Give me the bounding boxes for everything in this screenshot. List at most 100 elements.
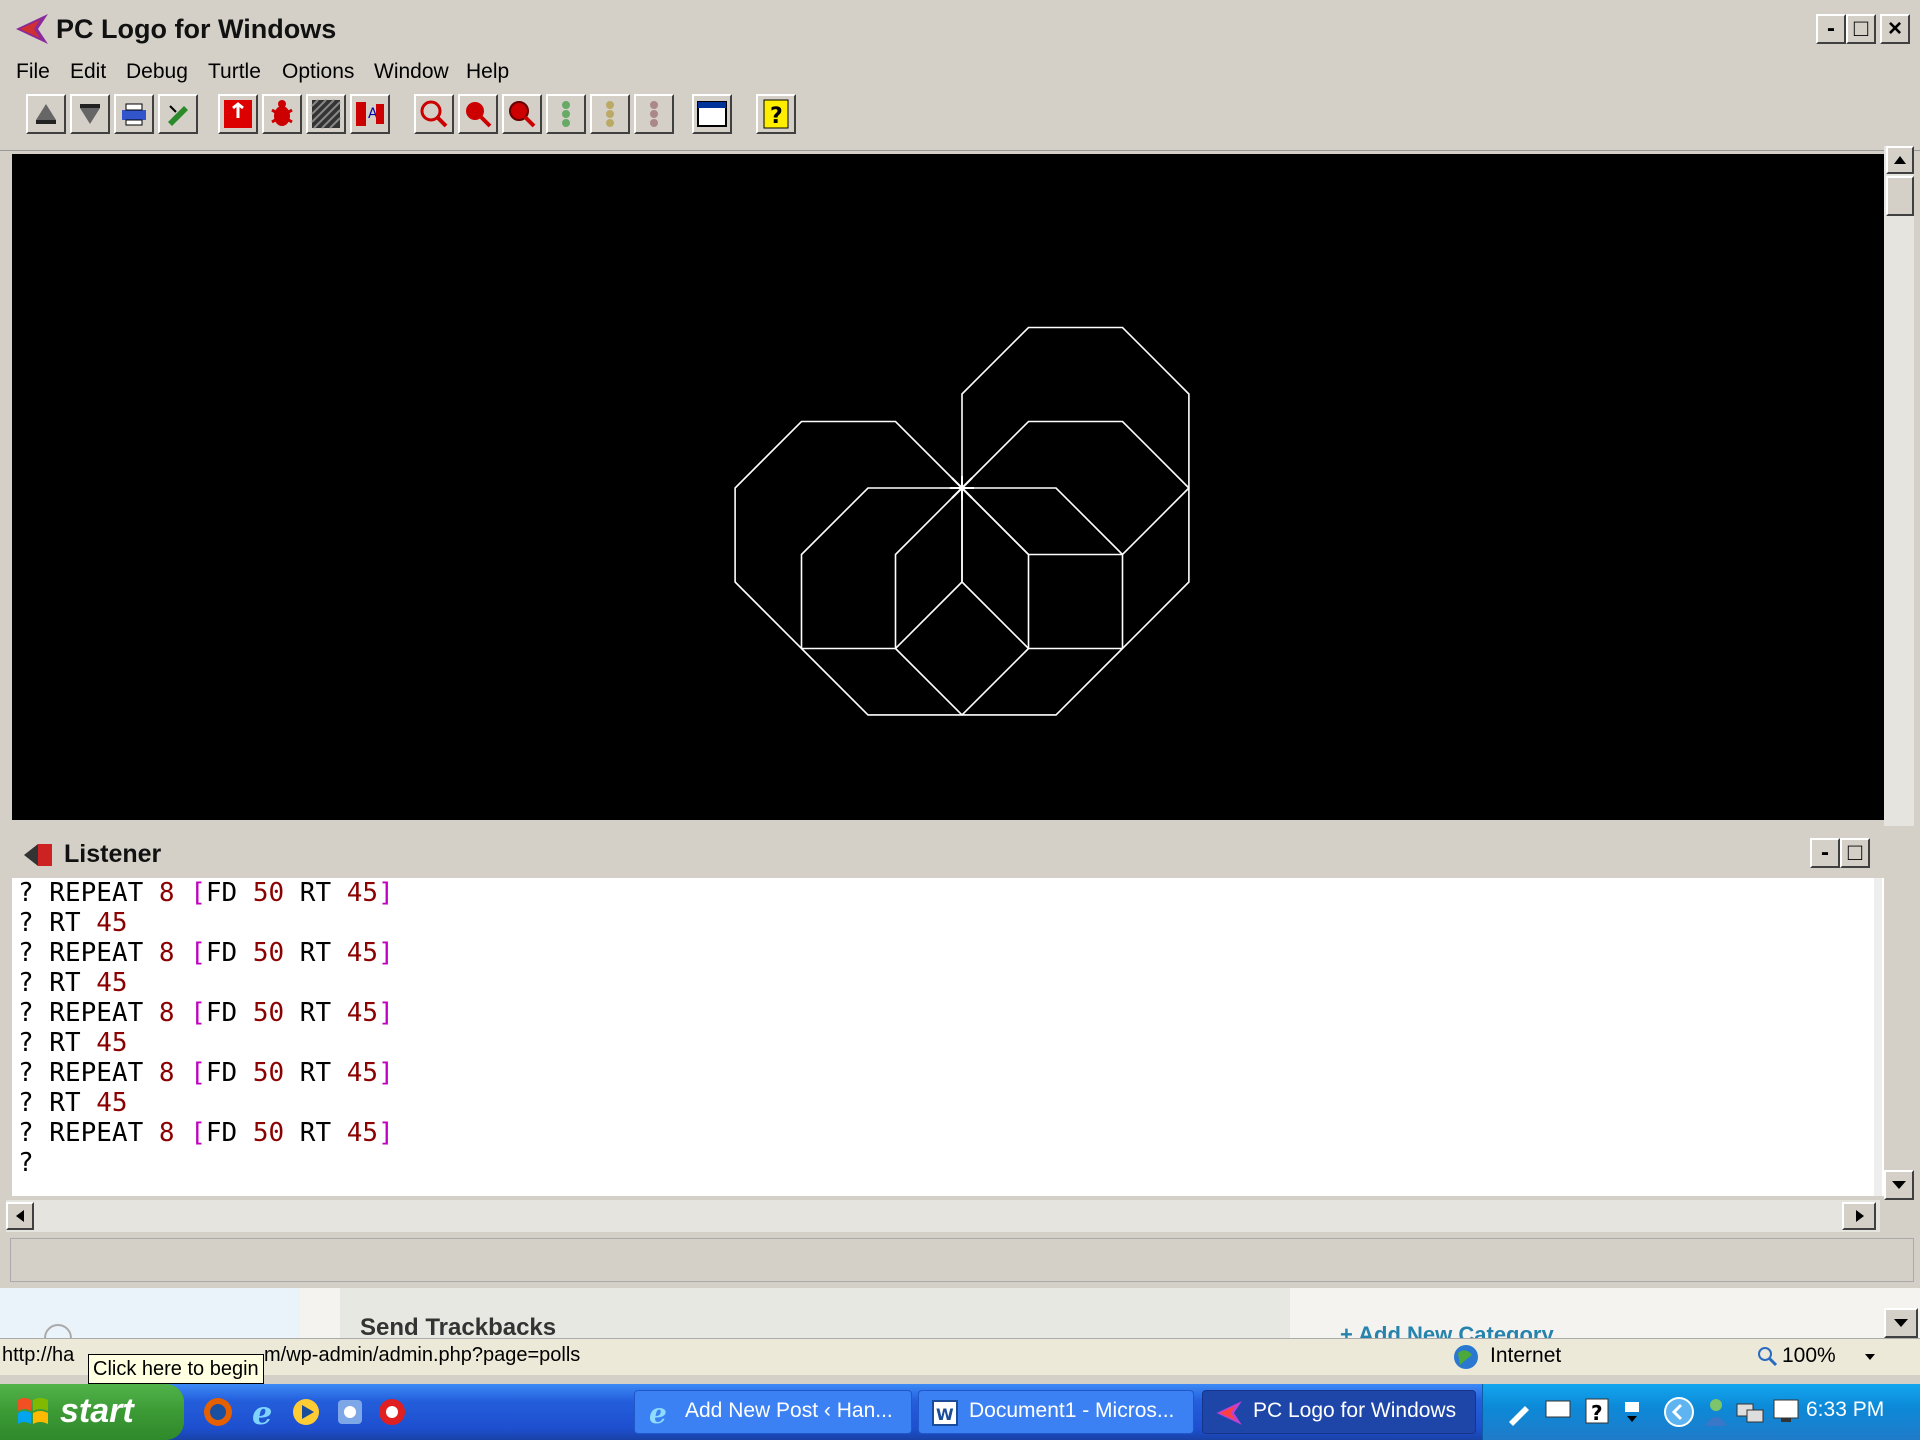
start-label: start <box>60 1392 134 1430</box>
task-add-new-post[interactable]: e Add New Post ‹ Han... <box>634 1390 912 1434</box>
media-player-icon[interactable] <box>288 1394 324 1430</box>
traffic-light-icon[interactable] <box>634 94 674 134</box>
traffic-light-icon[interactable] <box>590 94 630 134</box>
turtle-icon[interactable] <box>262 94 302 134</box>
svg-text:W: W <box>936 1405 954 1424</box>
octagon-path <box>961 326 1190 556</box>
octagon-path <box>800 487 1030 716</box>
listener-line: ? REPEAT 8 [FD 50 RT 45] <box>18 938 394 968</box>
window-icon[interactable] <box>692 94 732 134</box>
title-bar: PC Logo for Windows - □ × <box>0 0 1920 58</box>
scroll-up-button[interactable] <box>1886 146 1914 174</box>
menu-help[interactable]: Help <box>466 60 509 84</box>
quicklaunch-red-icon[interactable] <box>374 1394 410 1430</box>
listener-line: ? REPEAT 8 [FD 50 RT 45] <box>18 878 394 908</box>
turtle-canvas[interactable] <box>12 154 1884 820</box>
task-label: PC Logo for Windows <box>1253 1399 1457 1422</box>
task-label: Add New Post ‹ Han... <box>685 1399 893 1422</box>
listener-minimize-button[interactable]: - <box>1810 838 1840 868</box>
task-document1[interactable]: W Document1 - Micros... <box>918 1390 1194 1434</box>
menu-options[interactable]: Options <box>282 60 354 84</box>
task-pc-logo[interactable]: PC Logo for Windows <box>1202 1390 1476 1434</box>
listener-scroll-down-button[interactable] <box>1884 1170 1914 1200</box>
listener-maximize-button[interactable]: □ <box>1840 838 1870 868</box>
zoom-normal-icon[interactable] <box>502 94 542 134</box>
zoom-icon <box>1758 1347 1778 1367</box>
menu-bar: File Edit Debug Turtle Options Window He… <box>0 58 1920 90</box>
display-icon[interactable] <box>1771 1396 1801 1426</box>
task-label: Document1 - Micros... <box>969 1399 1175 1422</box>
start-button[interactable]: start <box>0 1384 184 1440</box>
text-format-icon[interactable]: A <box>350 94 390 134</box>
stop-icon[interactable] <box>218 94 258 134</box>
browser-sidebar <box>0 1288 300 1352</box>
scroll-right-button[interactable] <box>1842 1202 1876 1230</box>
zoom-in-icon[interactable] <box>414 94 454 134</box>
traffic-light-icon[interactable] <box>546 94 586 134</box>
menu-window[interactable]: Window <box>374 60 449 84</box>
status-url-start: http://ha <box>2 1344 75 1366</box>
browser-status-bar: http://ha m/wp-admin/admin.php?page=poll… <box>0 1338 1920 1375</box>
security-zone: Internet <box>1490 1344 1562 1367</box>
browser-scroll-down-button[interactable] <box>1884 1308 1918 1338</box>
listener-line: ? RT 45 <box>18 1028 128 1058</box>
menu-turtle[interactable]: Turtle <box>208 60 261 84</box>
open-file-icon[interactable] <box>26 94 66 134</box>
listener-title-bar: Listener - □ <box>12 830 1884 878</box>
internet-explorer-icon[interactable]: e <box>246 1394 282 1430</box>
canvas-vertical-scrollbar[interactable] <box>1884 146 1914 826</box>
pen-icon[interactable] <box>1505 1398 1533 1426</box>
maximize-button[interactable]: □ <box>1846 14 1876 44</box>
zoom-level[interactable]: 100% <box>1782 1344 1836 1368</box>
firefox-icon[interactable] <box>200 1394 236 1430</box>
browser-page-fragment: Send Trackbacks + Add New Category <box>0 1288 1920 1352</box>
horizontal-scrollbar[interactable] <box>6 1200 1880 1232</box>
window-title: PC Logo for Windows <box>56 14 337 44</box>
pc-logo-app-icon <box>16 14 48 44</box>
listener-line: ? REPEAT 8 [FD 50 RT 45] <box>18 1058 394 1088</box>
listener-line: ? REPEAT 8 [FD 50 RT 45] <box>18 1118 394 1148</box>
scroll-thumb[interactable] <box>1886 176 1914 216</box>
internet-explorer-icon: e <box>649 1397 667 1427</box>
listener-console[interactable]: ? REPEAT 8 [FD 50 RT 45]? RT 45? REPEAT … <box>12 878 1884 1196</box>
listener-line: ? RT 45 <box>18 968 128 998</box>
turtle-drawing <box>734 326 1190 716</box>
octagon-path <box>734 420 963 650</box>
listener-line: ? RT 45 <box>18 908 128 938</box>
listener-line: ? REPEAT 8 [FD 50 RT 45] <box>18 998 394 1028</box>
minimize-button[interactable]: - <box>1816 14 1846 44</box>
edit-icon[interactable] <box>158 94 198 134</box>
start-tooltip: Click here to begin <box>88 1354 264 1384</box>
network-icon[interactable] <box>1621 1398 1643 1426</box>
menu-edit[interactable]: Edit <box>70 60 106 84</box>
listener-line: ? <box>18 1148 34 1178</box>
help-tray-icon[interactable]: ? <box>1583 1396 1611 1426</box>
listener-line: ? RT 45 <box>18 1088 128 1118</box>
status-url-end: m/wp-admin/admin.php?page=polls <box>264 1344 581 1366</box>
pattern-icon[interactable] <box>306 94 346 134</box>
pc-logo-app-icon <box>1216 1401 1242 1425</box>
scroll-left-button[interactable] <box>6 1202 34 1230</box>
toolbar: A ? <box>0 90 1920 151</box>
quicklaunch-app-icon[interactable] <box>332 1394 368 1430</box>
computers-icon[interactable] <box>1735 1396 1765 1428</box>
close-button[interactable]: × <box>1880 14 1910 44</box>
svg-text:e: e <box>252 1394 272 1430</box>
trackbacks-box: Send Trackbacks <box>340 1288 1290 1341</box>
print-icon[interactable] <box>114 94 154 134</box>
turtle-cursor <box>950 476 974 500</box>
pclogo-status-bar <box>10 1238 1914 1282</box>
menu-debug[interactable]: Debug <box>126 60 188 84</box>
zoom-out-icon[interactable] <box>458 94 498 134</box>
menu-file[interactable]: File <box>16 60 50 84</box>
listener-title: Listener <box>64 840 162 868</box>
listener-scrollbar[interactable] <box>1874 878 1882 1196</box>
save-file-icon[interactable] <box>70 94 110 134</box>
zoom-dropdown-icon[interactable] <box>1862 1349 1878 1365</box>
chevron-left-icon[interactable] <box>1663 1396 1695 1428</box>
user-icon[interactable] <box>1701 1396 1731 1428</box>
help-icon[interactable]: ? <box>756 94 796 134</box>
windows-flag-icon <box>18 1398 48 1424</box>
listener-icon <box>24 844 52 866</box>
chat-icon[interactable] <box>1543 1396 1573 1426</box>
